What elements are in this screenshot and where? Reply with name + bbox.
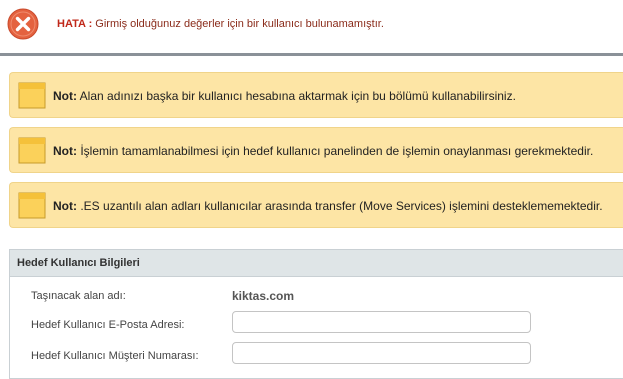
note-message: Alan adınızı başka bir kullanıcı hesabın… <box>79 89 516 103</box>
note-box: Not: .ES uzantılı alan adları kullanıcıl… <box>9 182 623 228</box>
panel-title: Hedef Kullanıcı Bilgileri <box>17 257 140 269</box>
note-message: İşlemin tamamlanabilmesi için hedef kull… <box>80 144 594 158</box>
error-x-icon <box>7 8 39 40</box>
note-text: Not: İşlemin tamamlanabilmesi için hedef… <box>53 144 593 158</box>
sticky-note-icon <box>18 137 46 164</box>
sticky-note-icon <box>18 82 46 109</box>
error-message-text: Girmiş olduğunuz değerler için bir kulla… <box>95 18 384 30</box>
error-message: HATA : Girmiş olduğunuz değerler için bi… <box>57 18 384 30</box>
note-label: Not: <box>53 199 77 213</box>
error-label: HATA : <box>57 18 93 30</box>
sticky-note-icon <box>18 192 46 219</box>
note-text: Not: .ES uzantılı alan adları kullanıcıl… <box>53 199 603 213</box>
note-box: Not: İşlemin tamamlanabilmesi için hedef… <box>9 127 623 173</box>
note-message: .ES uzantılı alan adları kullanıcılar ar… <box>80 199 603 213</box>
email-input[interactable] <box>232 311 531 333</box>
customer-number-input[interactable] <box>232 342 531 364</box>
note-box: Not: Alan adınızı başka bir kullanıcı he… <box>9 72 623 118</box>
domain-value: kiktas.com <box>232 289 295 303</box>
note-label: Not: <box>53 89 77 103</box>
domain-label: Taşınacak alan adı: <box>31 290 126 302</box>
target-user-panel: Hedef Kullanıcı Bilgileri Taşınacak alan… <box>9 249 623 379</box>
customer-number-label: Hedef Kullanıcı Müşteri Numarası: <box>31 350 199 362</box>
note-text: Not: Alan adınızı başka bir kullanıcı he… <box>53 89 516 103</box>
email-label: Hedef Kullanıcı E-Posta Adresi: <box>31 319 185 331</box>
note-label: Not: <box>53 144 77 158</box>
error-banner: HATA : Girmiş olduğunuz değerler için bi… <box>0 0 623 56</box>
panel-header: Hedef Kullanıcı Bilgileri <box>10 250 623 277</box>
